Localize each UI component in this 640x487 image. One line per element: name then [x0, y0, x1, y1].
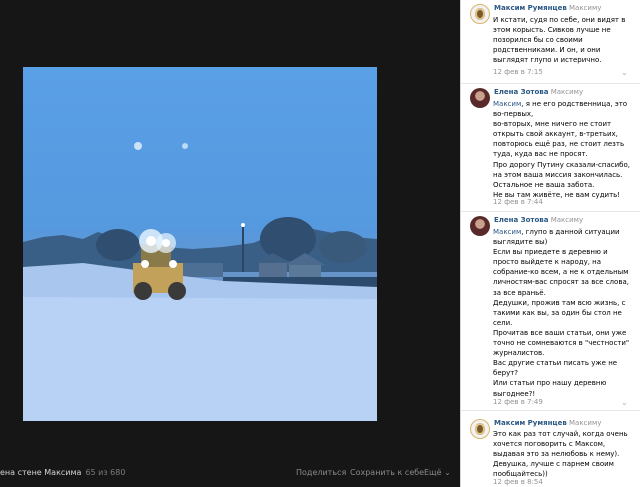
comment-reply-to[interactable]: Максиму [569, 4, 601, 12]
save-to-album-button[interactable]: Сохранить к себе [350, 464, 424, 482]
comment-date[interactable]: 12 фев в 7:44 [493, 198, 543, 206]
comment-reply-to[interactable]: Максиму [551, 88, 583, 96]
comments-panel: Максим Румянцев Максиму И кстати, судя п… [460, 0, 640, 487]
comment-addressee[interactable]: Максим [493, 228, 521, 236]
comment-author[interactable]: Максим Румянцев [494, 4, 567, 12]
more-options-icon[interactable]: ⌄ [621, 68, 628, 77]
chevron-down-icon: ⌄ [444, 468, 451, 477]
avatar-logo-icon[interactable] [470, 4, 490, 24]
comment-text: Максим, глупо в данной ситуации выглядит… [493, 228, 630, 398]
comment: Елена Зотова Максиму Максим, я не его ро… [461, 84, 640, 212]
wall-label[interactable]: ена стене Максима 65 из 680 [0, 464, 125, 482]
comment: Максим Румянцев Максиму И кстати, судя п… [461, 0, 640, 84]
comment-text: Максим, я не его родственница, это во-пе… [493, 100, 630, 199]
comment-text: И кстати, судя по себе, они видят в этом… [493, 16, 626, 65]
photo-counter: 65 из 680 [85, 468, 126, 477]
comment-author[interactable]: Елена Зотова [494, 216, 548, 224]
comment-reply-to[interactable]: Максиму [551, 216, 583, 224]
share-button[interactable]: Поделиться [296, 464, 346, 482]
viewer-footer: ена стене Максима 65 из 680 Поделиться Со… [0, 464, 460, 482]
more-button[interactable]: Ещё ⌄ [424, 464, 451, 482]
avatar-photo-icon[interactable] [470, 88, 490, 108]
comment-date[interactable]: 12 фев в 7:15 [493, 68, 543, 76]
comment: Елена Зотова Максиму Максим, глупо в дан… [461, 212, 640, 411]
comment-meta: Елена Зотова Максиму [494, 215, 583, 225]
comment-meta: Максим Румянцев Максиму [494, 418, 601, 428]
photo-viewer: ена стене Максима 65 из 680 Поделиться Со… [0, 0, 460, 487]
avatar-logo-icon[interactable] [470, 419, 490, 439]
comment-date[interactable]: 12 фев в 8:54 [493, 478, 543, 486]
comment-text: Это как раз тот случай, когда очень хоче… [493, 430, 628, 479]
comment-meta: Максим Румянцев Максиму [494, 3, 601, 13]
winter-village-scene [23, 142, 377, 421]
comment-author[interactable]: Максим Румянцев [494, 419, 567, 427]
comment-addressee[interactable]: Максим [493, 100, 521, 108]
comment-reply-to[interactable]: Максиму [569, 419, 601, 427]
photo[interactable] [23, 67, 377, 421]
comment-meta: Елена Зотова Максиму [494, 87, 583, 97]
more-options-icon[interactable]: ⌄ [621, 398, 628, 407]
comment-author[interactable]: Елена Зотова [494, 88, 548, 96]
avatar-photo-icon[interactable] [470, 216, 490, 236]
comment-date[interactable]: 12 фев в 7:49 [493, 398, 543, 406]
comment: Максим Румянцев Максиму Это как раз тот … [461, 411, 640, 487]
